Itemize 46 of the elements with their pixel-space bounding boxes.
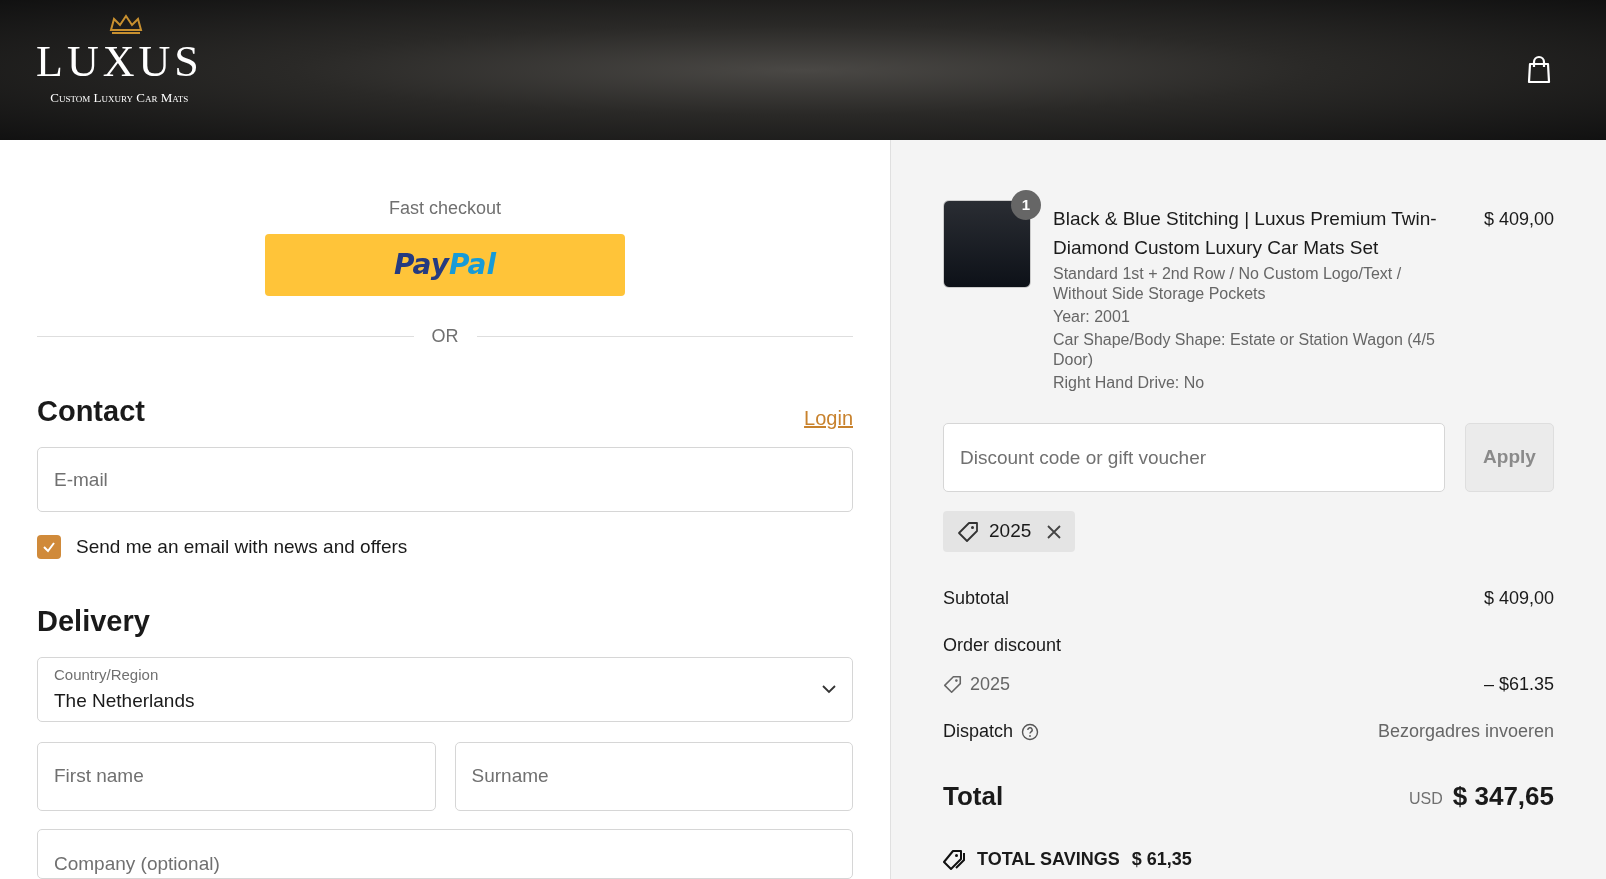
- shopping-bag-icon[interactable]: [1526, 55, 1552, 85]
- discount-code-field[interactable]: Discount code or gift voucher: [943, 423, 1445, 492]
- logo-tagline: Custom Luxury Car Mats: [50, 89, 189, 108]
- currency-label: USD: [1409, 788, 1443, 809]
- country-label: Country/Region: [54, 665, 160, 685]
- tag-icon: [943, 848, 965, 871]
- discount-code: 2025: [970, 673, 1011, 696]
- discount-code: 2025: [989, 519, 1032, 544]
- dispatch-value: Bezorgadres invoeren: [1377, 720, 1554, 743]
- total-label: Total: [943, 780, 1004, 813]
- chevron-down-icon: [822, 685, 836, 694]
- subtotal-label: Subtotal: [943, 587, 1010, 610]
- total-savings-amount: $ 61,35: [1131, 848, 1192, 871]
- quantity-badge: 1: [1011, 190, 1041, 220]
- tag-icon: [943, 675, 962, 694]
- help-icon[interactable]: [1021, 722, 1040, 741]
- subtotal-amount: $ 409,00: [1483, 587, 1554, 610]
- country-select[interactable]: Country/Region The Netherlands: [37, 657, 853, 722]
- product-price: $ 409,00: [1482, 208, 1554, 231]
- contact-heading: Contact: [37, 393, 145, 429]
- newsletter-label: Send me an email with news and offers: [76, 535, 408, 560]
- email-field[interactable]: E-mail: [37, 447, 853, 513]
- company-field[interactable]: Company (optional): [37, 828, 853, 879]
- surname-field[interactable]: Surname: [454, 741, 853, 811]
- total-amount: $ 347,65: [1452, 780, 1554, 813]
- divider-label: OR: [431, 324, 459, 348]
- total-savings-label: TOTAL SAVINGS: [977, 848, 1120, 871]
- newsletter-checkbox[interactable]: [37, 535, 61, 560]
- product-option: Right Hand Drive: No: [1053, 373, 1440, 393]
- first-name-field[interactable]: First name: [37, 741, 436, 811]
- logo-wordmark: LUXUS: [36, 40, 203, 85]
- delivery-heading: Delivery: [37, 603, 151, 639]
- product-option: Year: 2001: [1053, 307, 1440, 327]
- checkmark-icon: [42, 540, 56, 555]
- product-title: Black & Blue Stitching | Luxus Premium Twin-Diamond Custom Luxury Car Mats Set: [1053, 207, 1438, 260]
- fast-checkout-label: Fast checkout: [387, 197, 503, 220]
- crown-icon: [108, 14, 144, 35]
- country-value: The Netherlands: [54, 688, 195, 713]
- remove-icon[interactable]: [1047, 524, 1062, 539]
- product-option: Car Shape/Body Shape: Estate or Station Wagon (4/5 Door): [1053, 330, 1440, 370]
- discount-amount: – $61.35: [1483, 673, 1554, 696]
- product-option: Standard 1st + 2nd Row / No Custom Logo/Text / Without Side Storage Pockets: [1053, 264, 1440, 304]
- order-discount-label: Order discount: [943, 634, 1063, 657]
- tag-icon: [957, 520, 979, 543]
- paypal-button[interactable]: PayPal: [265, 234, 625, 296]
- dispatch-label: Dispatch: [943, 720, 1014, 743]
